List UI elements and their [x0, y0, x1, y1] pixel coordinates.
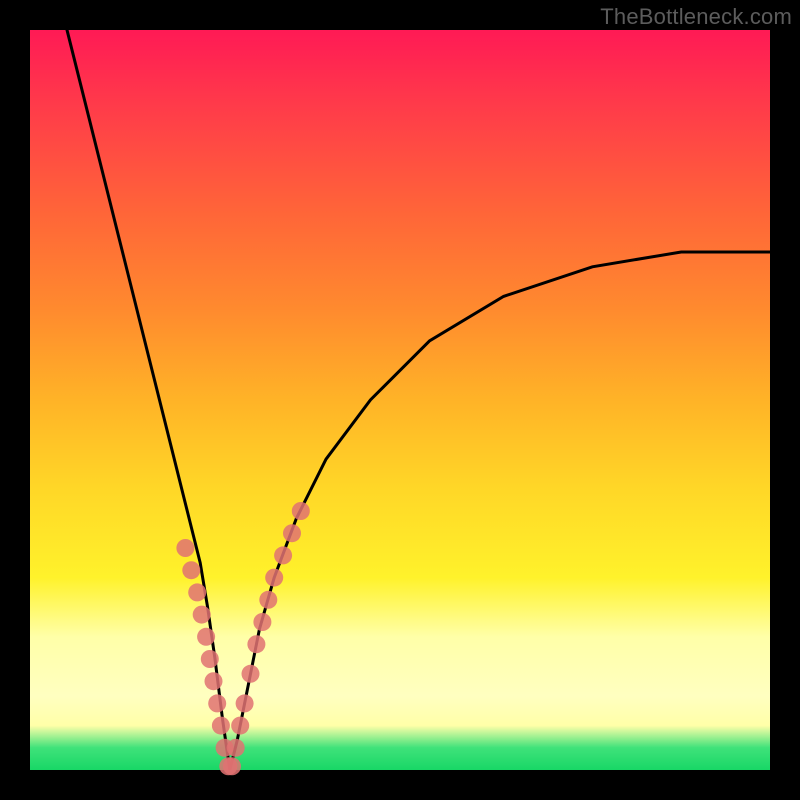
- marker-dot: [227, 739, 245, 757]
- marker-dot: [208, 694, 226, 712]
- marker-dot: [205, 672, 223, 690]
- marker-dot: [259, 591, 277, 609]
- marker-dot: [274, 546, 292, 564]
- marker-dot: [283, 524, 301, 542]
- marker-dot: [242, 665, 260, 683]
- chart-frame: TheBottleneck.com: [0, 0, 800, 800]
- bottleneck-curve-svg: [30, 30, 770, 770]
- marker-dot: [188, 583, 206, 601]
- marker-dot: [212, 717, 230, 735]
- marker-dot: [265, 569, 283, 587]
- marker-dot: [223, 757, 241, 775]
- marker-dot: [182, 561, 200, 579]
- marker-dot: [197, 628, 215, 646]
- marker-dot: [292, 502, 310, 520]
- marker-dot: [176, 539, 194, 557]
- watermark-text: TheBottleneck.com: [600, 4, 792, 30]
- marker-dot: [236, 694, 254, 712]
- marker-dot: [231, 717, 249, 735]
- marker-dot: [201, 650, 219, 668]
- marker-dot: [193, 606, 211, 624]
- marker-dot: [253, 613, 271, 631]
- plot-area: [30, 30, 770, 770]
- marker-dot: [247, 635, 265, 653]
- bottleneck-curve-path: [67, 30, 770, 770]
